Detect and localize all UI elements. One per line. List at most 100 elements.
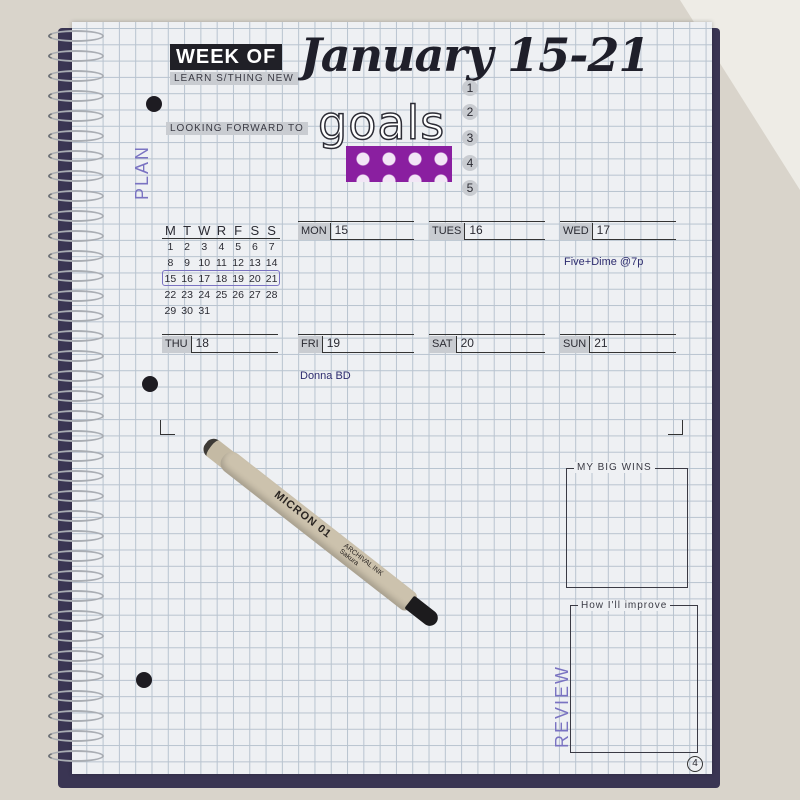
spiral-coil	[48, 290, 104, 302]
calendar-day: 30	[181, 305, 193, 317]
spiral-coil	[48, 590, 104, 602]
calendar-day: 3	[201, 241, 208, 253]
improve-box	[570, 605, 698, 753]
calendar-day: 31	[198, 305, 211, 317]
day-date: 18	[195, 336, 209, 350]
weekday-label: T	[178, 222, 196, 239]
spiral-coil	[48, 190, 104, 202]
goal-number: 3	[462, 130, 478, 146]
calendar-day: 26	[232, 289, 244, 301]
calendar-day: 5	[235, 241, 242, 253]
week-date-title: January 15-21	[300, 28, 650, 82]
day-header-sat: SAT 20	[429, 334, 545, 353]
spiral-binding	[48, 30, 108, 770]
weekday-label: F	[229, 222, 247, 239]
weekday-label: R	[213, 222, 230, 239]
spiral-coil	[48, 350, 104, 362]
punch-hole	[142, 376, 158, 392]
calendar-week-row: 1234567	[162, 239, 280, 256]
spiral-coil	[48, 310, 104, 322]
day-date: 16	[469, 223, 483, 237]
day-name: TUES	[429, 223, 466, 240]
calendar-day: 14	[265, 257, 278, 269]
day-date: 19	[326, 336, 341, 350]
calendar-day	[213, 303, 230, 319]
day-header-fri: FRI 19	[298, 334, 414, 353]
spiral-coil	[48, 410, 104, 422]
calendar-day: 4	[218, 241, 225, 253]
day-header-wed: WED 17	[560, 221, 676, 240]
calendar-day: 27	[249, 289, 261, 301]
spiral-coil	[48, 130, 104, 142]
day-date: 20	[460, 336, 474, 350]
weekday-label: S	[246, 222, 264, 239]
calendar-week-row: 8 9 10 11 12 13 14	[162, 255, 280, 271]
spiral-coil	[48, 390, 104, 402]
calendar-day: 25	[215, 289, 228, 301]
day-header-sun: SUN 21	[560, 334, 676, 353]
calendar-day: 23	[181, 289, 193, 301]
spiral-coil	[48, 550, 104, 562]
week-of-label: WEEK OF	[170, 44, 283, 70]
spiral-coil	[48, 170, 104, 182]
page-number: 4	[687, 756, 703, 772]
big-wins-title: MY BIG WINS	[574, 462, 655, 473]
calendar-day: 29	[164, 305, 177, 317]
calendar-day	[247, 303, 264, 319]
punch-hole	[136, 672, 152, 688]
day-name: WED	[560, 223, 593, 240]
day-date: 15	[334, 223, 349, 237]
spiral-coil	[48, 90, 104, 102]
spiral-coil	[48, 250, 104, 262]
day-header-thu: THU 18	[162, 334, 278, 353]
calendar-day: 6	[251, 241, 258, 253]
spiral-coil	[48, 690, 104, 702]
spiral-coil	[48, 490, 104, 502]
calendar-day: 11	[215, 257, 227, 269]
calendar-day: 2	[184, 241, 191, 253]
calendar-day: 13	[249, 257, 261, 269]
calendar-day: 1	[167, 241, 174, 253]
spiral-coil	[48, 70, 104, 82]
spiral-coil	[48, 430, 104, 442]
spiral-coil	[48, 50, 104, 62]
washi-tape	[346, 146, 452, 182]
spiral-coil	[48, 650, 104, 662]
spiral-coil	[48, 370, 104, 382]
day-name: THU	[162, 336, 192, 353]
improve-title: How I'll improve	[578, 600, 671, 611]
spiral-coil	[48, 470, 104, 482]
plan-bracket-left	[160, 420, 175, 435]
day-name: FRI	[298, 336, 323, 353]
big-wins-box	[566, 468, 688, 588]
calendar-day	[263, 303, 280, 319]
calendar-day: 22	[164, 289, 177, 301]
looking-forward-tag: LOOKING FORWARD TO	[166, 122, 308, 135]
goal-number: 1	[462, 80, 478, 96]
day-date: 17	[596, 223, 611, 237]
calendar-week-row: 22 23 24 25 26 27 28	[162, 287, 280, 303]
weekday-label: W	[195, 222, 214, 239]
day-name: SUN	[560, 336, 591, 353]
day-header-mon: MON 15	[298, 221, 414, 240]
calendar-day: 28	[265, 289, 278, 301]
calendar-day: 8	[167, 257, 174, 269]
spiral-coil	[48, 750, 104, 762]
calendar-day: 12	[232, 257, 244, 269]
spiral-coil	[48, 510, 104, 522]
plan-bracket-right	[668, 420, 683, 435]
goals-title: goals	[317, 95, 446, 151]
spiral-coil	[48, 30, 104, 42]
spiral-coil	[48, 730, 104, 742]
event-wed: Five+Dime @7p	[564, 256, 644, 268]
calendar-day: 9	[184, 257, 191, 269]
calendar-day	[230, 303, 247, 319]
current-week-highlight	[162, 270, 280, 286]
punch-hole	[146, 96, 162, 112]
spiral-coil	[48, 450, 104, 462]
spiral-coil	[48, 210, 104, 222]
day-name: SAT	[429, 336, 457, 353]
spiral-coil	[48, 330, 104, 342]
spiral-coil	[48, 630, 104, 642]
spiral-coil	[48, 610, 104, 622]
